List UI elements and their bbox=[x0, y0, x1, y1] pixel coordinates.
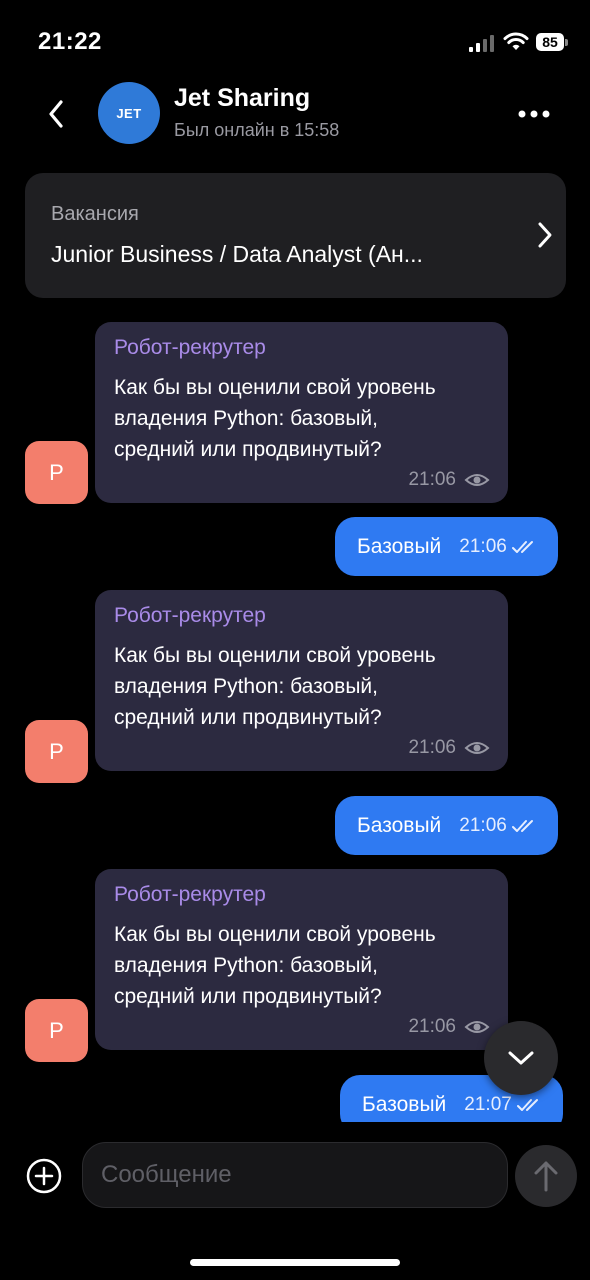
message-time: 21:06 bbox=[408, 737, 456, 758]
bot-bubble[interactable]: Робот-рекрутер Как бы вы оценили свой ур… bbox=[95, 322, 508, 503]
status-bar: 21:22 85 bbox=[0, 0, 590, 80]
message-text: Базовый bbox=[357, 813, 442, 837]
message-meta: 21:06 bbox=[459, 815, 538, 837]
message-text: Как бы вы оценили свой уровень владения … bbox=[114, 372, 490, 465]
sender-name: Робот-рекрутер bbox=[114, 883, 266, 906]
bot-avatar[interactable]: Р bbox=[25, 999, 88, 1062]
message-line: владения Python: базовый, bbox=[114, 407, 378, 430]
message-line: Как бы вы оценили свой уровень bbox=[114, 644, 436, 667]
wifi-icon bbox=[503, 32, 529, 50]
message-line: средний или продвинутый? bbox=[114, 985, 382, 1008]
battery-icon: 85 bbox=[536, 33, 570, 53]
home-indicator[interactable] bbox=[190, 1259, 400, 1266]
plus-circle-icon[interactable] bbox=[26, 1158, 62, 1194]
message-meta: 21:06 bbox=[114, 469, 490, 491]
message-line: владения Python: базовый, bbox=[114, 954, 378, 977]
eye-icon bbox=[464, 474, 490, 486]
contact-name[interactable]: Jet Sharing bbox=[174, 84, 310, 113]
message-time: 21:06 bbox=[459, 814, 507, 836]
message-meta: 21:06 bbox=[114, 737, 490, 759]
bot-avatar[interactable]: Р bbox=[25, 441, 88, 504]
double-check-icon bbox=[511, 819, 533, 832]
message-text: Базовый bbox=[362, 1092, 447, 1116]
contact-status: Был онлайн в 15:58 bbox=[174, 120, 340, 140]
bot-avatar[interactable]: Р bbox=[25, 720, 88, 783]
battery-tip bbox=[565, 39, 568, 46]
send-button[interactable] bbox=[515, 1145, 577, 1207]
chat-screen: 21:22 85 JET Jet Sharing Был онлайн в 15… bbox=[0, 0, 590, 1280]
back-chevron-icon bbox=[49, 100, 63, 128]
message-time: 21:06 bbox=[408, 469, 456, 490]
message-text: Как бы вы оценили свой уровень владения … bbox=[114, 640, 490, 733]
message-time: 21:06 bbox=[459, 535, 507, 557]
send-arrow-icon bbox=[534, 1161, 558, 1192]
vacancy-card[interactable]: Вакансия Junior Business / Data Analyst … bbox=[25, 173, 566, 298]
scroll-down-button[interactable] bbox=[484, 1021, 558, 1095]
battery-level: 85 bbox=[536, 33, 564, 51]
more-dots-icon bbox=[518, 110, 550, 118]
signal-icon bbox=[469, 35, 494, 52]
message-meta: 21:07 bbox=[464, 1094, 543, 1116]
bot-bubble[interactable]: Робот-рекрутер Как бы вы оценили свой ур… bbox=[95, 590, 508, 771]
message-time: 21:07 bbox=[464, 1093, 512, 1115]
status-time: 21:22 bbox=[38, 28, 102, 55]
message-text: Базовый bbox=[357, 534, 442, 558]
message-text: Как бы вы оценили свой уровень владения … bbox=[114, 919, 490, 1012]
eye-icon bbox=[464, 1021, 490, 1033]
chevron-right-icon bbox=[538, 222, 552, 248]
composer bbox=[0, 1130, 590, 1220]
message-input[interactable] bbox=[82, 1142, 508, 1208]
bot-bubble[interactable]: Робот-рекрутер Как бы вы оценили свой ур… bbox=[95, 869, 508, 1050]
message-line: средний или продвинутый? bbox=[114, 706, 382, 729]
message-time: 21:06 bbox=[408, 1016, 456, 1037]
message-line: Как бы вы оценили свой уровень bbox=[114, 376, 436, 399]
more-button[interactable] bbox=[512, 96, 556, 132]
chevron-down-icon bbox=[508, 1051, 534, 1065]
user-message[interactable]: Базовый 21:06 bbox=[335, 796, 558, 855]
message-line: средний или продвинутый? bbox=[114, 438, 382, 461]
vacancy-title: Junior Business / Data Analyst (Ан... bbox=[51, 241, 423, 267]
message-line: Как бы вы оценили свой уровень bbox=[114, 923, 436, 946]
back-button[interactable] bbox=[36, 92, 76, 136]
eye-icon bbox=[464, 742, 490, 754]
message-list[interactable]: Робот-рекрутер Как бы вы оценили свой ур… bbox=[0, 322, 590, 1122]
double-check-icon bbox=[516, 1098, 538, 1111]
sender-name: Робот-рекрутер bbox=[114, 604, 266, 627]
message-meta: 21:06 bbox=[114, 1016, 490, 1038]
contact-avatar[interactable]: JET bbox=[98, 82, 160, 144]
message-line: владения Python: базовый, bbox=[114, 675, 378, 698]
vacancy-label: Вакансия bbox=[51, 203, 139, 225]
user-message[interactable]: Базовый 21:06 bbox=[335, 517, 558, 576]
message-meta: 21:06 bbox=[459, 536, 538, 558]
double-check-icon bbox=[511, 540, 533, 553]
chat-header: JET Jet Sharing Был онлайн в 15:58 bbox=[0, 78, 590, 158]
sender-name: Робот-рекрутер bbox=[114, 336, 266, 359]
